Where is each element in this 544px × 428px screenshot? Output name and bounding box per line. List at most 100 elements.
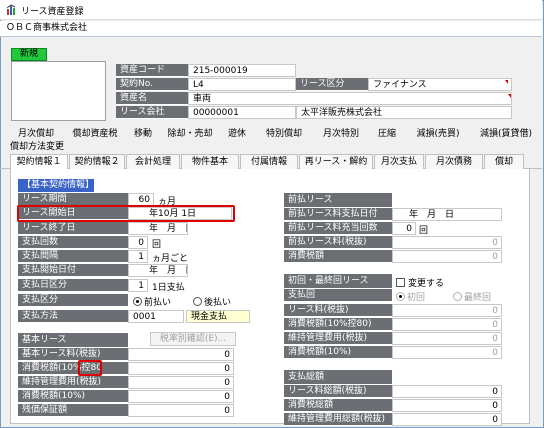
first-last-tax-field[interactable]: 0 bbox=[392, 318, 502, 331]
maintenance-cost-label: 維持管理費用(税抜) bbox=[18, 376, 128, 389]
tab-transfer[interactable]: 移動 bbox=[128, 127, 158, 142]
payment-start-date-label: 支払開始日付 bbox=[18, 264, 128, 277]
tab-monthly-payment[interactable]: 月次支払 bbox=[374, 154, 424, 169]
lease-type-label: リース区分 bbox=[296, 78, 368, 91]
change-checkbox[interactable]: 変更する bbox=[396, 276, 444, 289]
first-last-maintenance-label: 維持管理費用(税抜) bbox=[284, 332, 392, 345]
basic-contract-header: 【基本契約情報】 bbox=[18, 179, 94, 192]
tab-property-basic[interactable]: 物件基本 bbox=[181, 154, 239, 169]
prepaid-label: 前払い bbox=[144, 298, 172, 308]
prepaid-lease-fee-label: 前払リース料(税抜) bbox=[284, 236, 392, 249]
total-maintenance-value: 0 bbox=[392, 413, 502, 426]
total-lease-fee-label: リース料総額(税抜) bbox=[284, 385, 392, 398]
lease-company-name: 太平洋販売株式会社 bbox=[296, 106, 512, 119]
change-checkbox-label: 変更する bbox=[408, 279, 445, 289]
window-title: リース資産登録 bbox=[21, 7, 84, 17]
first-last-maintenance-tax-field[interactable]: 0 bbox=[392, 346, 502, 359]
contract-no-field[interactable]: L4 bbox=[188, 78, 296, 91]
payment-round-label: 支払回 bbox=[284, 289, 392, 302]
lease-company-code-field[interactable]: 00000001 bbox=[188, 106, 296, 119]
checkbox-icon bbox=[396, 278, 405, 287]
lease-company-label: リース会社 bbox=[116, 106, 188, 119]
tab-depreciation[interactable]: 償却 bbox=[484, 154, 524, 169]
tab-impairment-lease[interactable]: 減損(賃貸借) bbox=[472, 127, 540, 142]
payment-round-radio-first[interactable]: 初回 bbox=[396, 290, 425, 303]
total-tax-value: 0 bbox=[392, 399, 502, 412]
maintenance-tax-field[interactable]: 0 bbox=[128, 390, 234, 403]
payment-day-type-unit: 1日支払 bbox=[152, 283, 185, 293]
radio-icon bbox=[193, 297, 202, 306]
first-last-fee-label: リース料(税抜) bbox=[284, 304, 392, 317]
base-lease-fee-label: 基本リース料(税抜) bbox=[18, 348, 128, 361]
payment-method-label: 支払方法 bbox=[18, 310, 128, 323]
payment-start-date-field[interactable]: 年 月 日 bbox=[128, 264, 188, 277]
lease-type-select[interactable]: ファイナンス bbox=[368, 78, 512, 91]
payment-round-radio-last[interactable]: 最終回 bbox=[453, 290, 491, 303]
prepaid-allocation-count-label: 前払リース料充当回数 bbox=[284, 222, 392, 235]
tax-rate-check-button[interactable]: 税率別確認(E)... bbox=[150, 332, 236, 346]
tab-contract-info-1[interactable]: 契約情報１ bbox=[10, 154, 68, 169]
lease-type-dropdown-icon[interactable] bbox=[505, 80, 508, 84]
asset-code-label: 資産コード bbox=[116, 64, 188, 77]
payment-day-type-label: 支払日区分 bbox=[18, 279, 128, 292]
tab-re-lease-termination[interactable]: 再リース・解約 bbox=[299, 154, 373, 169]
postpaid-label: 後払い bbox=[204, 298, 232, 308]
first-last-tax-label: 消費税額(10%控80) bbox=[284, 318, 392, 331]
asset-name-field[interactable]: 車両 bbox=[188, 92, 512, 105]
payment-count-unit: 回 bbox=[152, 240, 162, 250]
residual-guarantee-field[interactable]: 0 bbox=[128, 404, 234, 417]
tab-compression[interactable]: 圧縮 bbox=[372, 127, 402, 142]
payment-method-code-field[interactable]: 0001 bbox=[128, 310, 184, 323]
payment-count-field[interactable]: 0 bbox=[128, 236, 148, 249]
consumption-tax-field[interactable]: 0 bbox=[128, 362, 234, 375]
total-maintenance-label: 維持管理費用総額(税抜) bbox=[284, 413, 392, 426]
tab-accounting[interactable]: 会計処理 bbox=[126, 154, 180, 169]
tab-special-depreciation[interactable]: 特別償却 bbox=[256, 127, 312, 142]
highlight-tax-rate bbox=[78, 360, 102, 376]
total-lease-fee-value: 0 bbox=[392, 385, 502, 398]
first-last-lease-header: 初回・最終回リース bbox=[284, 274, 392, 288]
prepaid-tax-label: 消費税額 bbox=[284, 250, 392, 263]
prepaid-lease-fee-field[interactable]: 0 bbox=[392, 236, 502, 249]
payment-type-radio-prepaid[interactable]: 前払い bbox=[133, 295, 171, 308]
payment-interval-label: 支払間隔 bbox=[18, 250, 128, 263]
contract-no-label: 契約No. bbox=[116, 78, 188, 91]
payment-day-type-field[interactable]: 1 bbox=[128, 279, 148, 292]
maintenance-tax-label: 消費税額(10%) bbox=[18, 390, 128, 403]
first-last-maintenance-tax-label: 消費税額(10%) bbox=[284, 346, 392, 359]
lease-end-date-label: リース終了日 bbox=[18, 222, 128, 235]
payment-interval-field[interactable]: 1 bbox=[128, 250, 148, 263]
payment-interval-unit: ヵ月ごと bbox=[152, 254, 189, 264]
maintenance-cost-field[interactable]: 0 bbox=[128, 376, 234, 389]
tab-impairment-sale[interactable]: 減損(売買) bbox=[408, 127, 468, 142]
first-last-maintenance-field[interactable]: 0 bbox=[392, 332, 502, 345]
tab-monthly-debt[interactable]: 月次債務 bbox=[425, 154, 483, 169]
consumption-tax-label-text: 消費税額(10% bbox=[22, 363, 82, 373]
payment-type-label: 支払区分 bbox=[18, 294, 128, 307]
prepaid-tax-field[interactable]: 0 bbox=[392, 250, 502, 263]
prepaid-allocation-count-unit: 回 bbox=[419, 226, 429, 236]
prepaid-payment-date-field[interactable]: 年 月 日 bbox=[392, 208, 502, 221]
residual-guarantee-label: 残価保証額 bbox=[18, 404, 128, 417]
tab-disposal-sale[interactable]: 除却・売却 bbox=[162, 127, 218, 142]
tab-contract-info-2[interactable]: 契約情報２ bbox=[69, 154, 125, 169]
radio-icon bbox=[133, 297, 142, 306]
title-bar: リース資産登録 bbox=[0, 0, 542, 20]
payment-type-radio-postpaid[interactable]: 後払い bbox=[193, 295, 231, 308]
first-label: 初回 bbox=[407, 293, 426, 303]
radio-icon bbox=[453, 292, 462, 301]
asset-code-field[interactable]: 215-000019 bbox=[188, 64, 296, 77]
prepaid-allocation-count-field[interactable]: 0 bbox=[392, 222, 416, 235]
tab-strip-2: 契約情報１ 契約情報２ 会計処理 物件基本 付属情報 再リース・解約 月次支払 … bbox=[0, 153, 542, 169]
consumption-tax-label: 消費税額(10%控80 bbox=[18, 362, 128, 375]
image-box[interactable] bbox=[11, 61, 106, 121]
base-lease-header: 基本リース bbox=[18, 333, 128, 347]
highlight-lease-start-date bbox=[17, 205, 235, 222]
first-last-fee-field[interactable]: 0 bbox=[392, 304, 502, 317]
tab-attached-info[interactable]: 付属情報 bbox=[240, 154, 298, 169]
tab-idle[interactable]: 遊休 bbox=[222, 127, 252, 142]
last-label: 最終回 bbox=[464, 293, 492, 303]
lease-end-date-field[interactable]: 年 月 日 bbox=[128, 222, 188, 235]
tab-monthly-special[interactable]: 月次特別 bbox=[316, 127, 366, 142]
base-lease-fee-field[interactable]: 0 bbox=[128, 348, 234, 361]
